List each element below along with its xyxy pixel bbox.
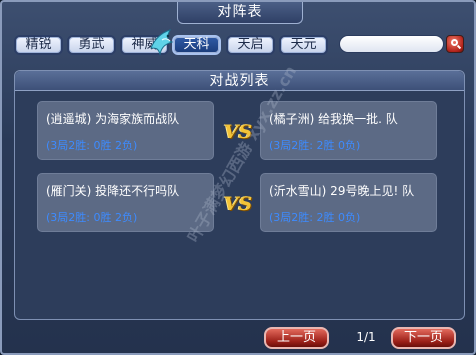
tab-yongwu[interactable]: 勇武: [67, 35, 116, 55]
team-name: (逍遥城) 为海家族而战队: [46, 112, 180, 126]
team-record: (3局2胜: 0胜 2负): [46, 211, 138, 224]
tab-tianyuan[interactable]: 天元: [279, 35, 328, 55]
match-2-left-team[interactable]: (雁门关) 投降还不行吗队 (3局2胜: 0胜 2负): [37, 173, 214, 232]
vs-badge: VS: [223, 193, 253, 215]
vs-badge: VS: [223, 121, 253, 143]
search-input[interactable]: [339, 35, 444, 53]
next-page-button[interactable]: 下一页: [391, 327, 456, 349]
match-list-panel: 对战列表 (逍遥城) 为海家族而战队 (3局2胜: 0胜 2负) VS (橘子洲…: [14, 70, 465, 320]
window-title: 对阵表: [177, 2, 303, 24]
page-indicator: 1/1: [356, 330, 376, 344]
team-record: (3局2胜: 2胜 0负): [269, 211, 361, 224]
team-name: (橘子洲) 给我换一批. 队: [269, 112, 398, 126]
tab-jingrui[interactable]: 精锐: [14, 35, 63, 55]
team-record: (3局2胜: 2胜 0负): [269, 139, 361, 152]
team-name: (沂水雪山) 29号晚上见! 队: [269, 184, 415, 198]
tab-tianke[interactable]: 天科: [172, 35, 221, 55]
tab-tianqi[interactable]: 天启: [226, 35, 275, 55]
search-button[interactable]: [446, 35, 464, 53]
bird-icon: [150, 29, 174, 56]
match-1-left-team[interactable]: (逍遥城) 为海家族而战队 (3局2胜: 0胜 2负): [37, 101, 214, 160]
team-record: (3局2胜: 0胜 2负): [46, 139, 138, 152]
match-1-right-team[interactable]: (橘子洲) 给我换一批. 队 (3局2胜: 2胜 0负): [260, 101, 437, 160]
team-name: (雁门关) 投降还不行吗队: [46, 184, 180, 198]
match-table-window: 对阵表 精锐 勇武 神威 天科 天启 天元 对战列表 (逍遥城) 为海家族而战队…: [0, 0, 476, 355]
panel-title: 对战列表: [15, 71, 464, 91]
match-2-right-team[interactable]: (沂水雪山) 29号晚上见! 队 (3局2胜: 2胜 0负): [260, 173, 437, 232]
prev-page-button[interactable]: 上一页: [264, 327, 329, 349]
